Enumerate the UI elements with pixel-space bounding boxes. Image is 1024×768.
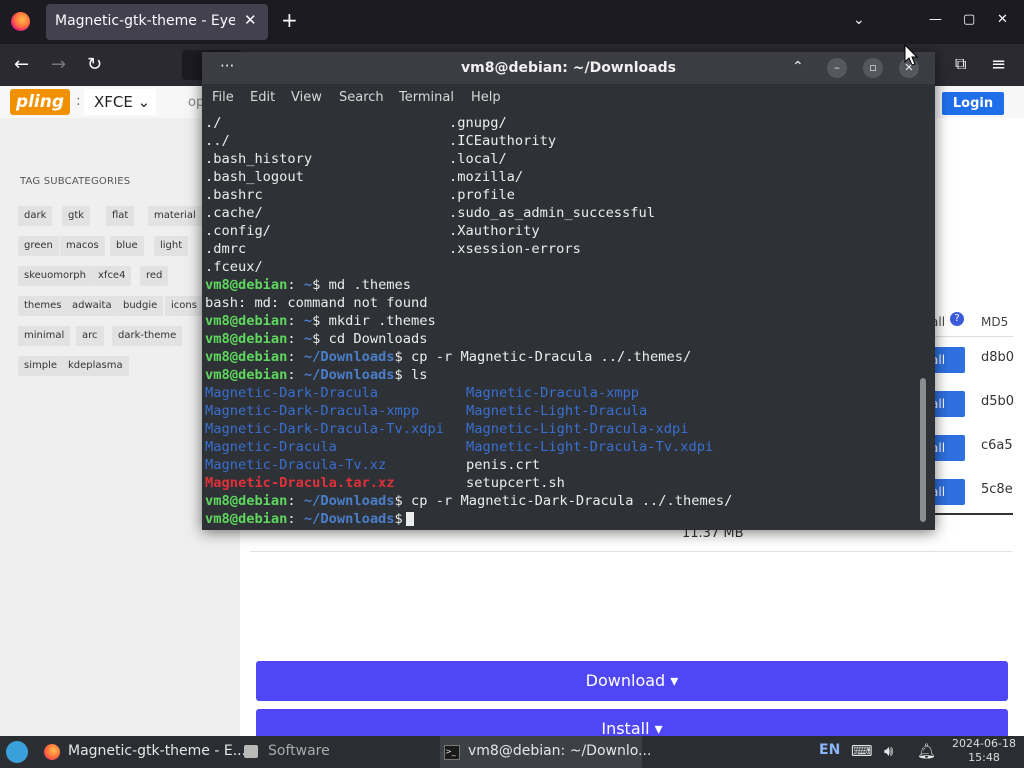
tag-simple[interactable]: simple: [18, 356, 64, 376]
browser-tab[interactable]: Magnetic-gtk-theme - Eyecandy ✕: [46, 4, 268, 40]
menu-search[interactable]: Search: [339, 90, 384, 105]
tag-dark[interactable]: dark: [18, 206, 53, 226]
terminal-output[interactable]: ./.gnupg/ ../.ICEauthority .bash_history…: [205, 114, 917, 528]
taskbar-firefox[interactable]: Magnetic-gtk-theme - E...: [68, 743, 246, 759]
tag-macos[interactable]: macos: [60, 236, 105, 256]
menu-view[interactable]: View: [291, 90, 322, 105]
clock-time: 15:48: [968, 751, 1000, 764]
menu-help[interactable]: Help: [471, 90, 501, 105]
tag-material[interactable]: material: [148, 206, 202, 226]
logo-separator: :: [76, 93, 81, 109]
terminal-title: vm8@debian: ~/Downloads: [461, 60, 676, 76]
terminal-task-icon: >_: [444, 745, 460, 760]
tag-icons[interactable]: icons: [165, 296, 203, 316]
tag-themes[interactable]: themes: [18, 296, 68, 316]
volume-icon[interactable]: 🔊︎: [884, 742, 893, 760]
terminal-line: bash: md: command not found: [205, 295, 428, 311]
menu-file[interactable]: File: [212, 90, 234, 105]
terminal-scrollbar[interactable]: [920, 378, 926, 522]
section-divider: [250, 551, 1012, 552]
notification-bell-icon[interactable]: 🔔︎: [917, 742, 936, 760]
tag-gtk[interactable]: gtk: [62, 206, 91, 226]
list-tabs-button[interactable]: ⌄: [853, 12, 865, 28]
tag-subcategories-title: TAG SUBCATEGORIES: [20, 176, 131, 187]
clock[interactable]: 2024-06-18 15:48: [950, 737, 1018, 765]
md5-value-4: 5c8e: [981, 482, 1013, 497]
keyboard-layout[interactable]: EN: [819, 742, 840, 758]
tag-minimal[interactable]: minimal: [18, 326, 71, 346]
clock-date: 2024-06-18: [952, 737, 1016, 750]
window-close-button[interactable]: ✕: [997, 12, 1008, 27]
tag-green[interactable]: green: [18, 236, 59, 256]
tag-budgie[interactable]: budgie: [117, 296, 164, 316]
extensions-icon[interactable]: ⧉: [955, 54, 966, 74]
terminal-line: vm8@debian: ~$ md .themes: [205, 277, 412, 293]
app-menu-icon[interactable]: ≡: [991, 54, 1006, 75]
back-button[interactable]: ←: [14, 54, 29, 75]
software-task-icon: [244, 745, 258, 758]
terminal-menubar: File Edit View Search Terminal Help: [202, 84, 935, 112]
md5-column-header: MD5: [981, 315, 1009, 329]
terminal-line: vm8@debian: ~/Downloads$ ls: [205, 367, 428, 383]
taskbar-terminal[interactable]: vm8@debian: ~/Downlo...: [468, 743, 651, 759]
chevron-up-icon[interactable]: ⌃: [792, 59, 804, 75]
new-tab-button[interactable]: +: [281, 8, 298, 32]
login-button[interactable]: Login: [942, 92, 1004, 115]
tag-adwaita[interactable]: adwaita: [66, 296, 118, 316]
browser-tab-bar: Magnetic-gtk-theme - Eyecandy ✕ + ⌄ — ▢ …: [0, 0, 1024, 44]
reload-button[interactable]: ↻: [87, 54, 102, 75]
tag-dark-theme[interactable]: dark-theme: [112, 326, 183, 346]
terminal-line: vm8@debian: ~/Downloads$ cp -r Magnetic-…: [205, 493, 733, 509]
tag-kdeplasma[interactable]: kdeplasma: [62, 356, 129, 376]
firefox-icon: [11, 12, 30, 31]
terminal-minimize-button[interactable]: –: [827, 58, 847, 78]
terminal-maximize-button[interactable]: ▫: [863, 58, 883, 78]
window-minimize-button[interactable]: —: [929, 12, 942, 27]
tab-close-icon[interactable]: ✕: [244, 11, 257, 29]
tag-arc[interactable]: arc: [76, 326, 104, 346]
tag-light[interactable]: light: [154, 236, 189, 256]
download-button[interactable]: Download ▾: [256, 661, 1008, 701]
taskbar: Magnetic-gtk-theme - E... Software >_ vm…: [0, 736, 1024, 768]
menu-terminal[interactable]: Terminal: [399, 90, 454, 105]
app-launcher-icon[interactable]: [6, 741, 28, 763]
md5-value-3: c6a5: [981, 438, 1013, 453]
help-icon[interactable]: ?: [950, 312, 964, 326]
terminal-prompt-line[interactable]: vm8@debian: ~/Downloads$: [205, 510, 414, 528]
terminal-window[interactable]: ··· vm8@debian: ~/Downloads ⌃ – ▫ ✕ File…: [202, 52, 935, 530]
md5-value-1: d8b0: [981, 350, 1015, 365]
md5-value-2: d5b0: [981, 394, 1015, 409]
tag-blue[interactable]: blue: [110, 236, 144, 256]
tag-flat[interactable]: flat: [106, 206, 135, 226]
window-maximize-button[interactable]: ▢: [963, 12, 975, 27]
menu-edit[interactable]: Edit: [250, 90, 275, 105]
tag-skeuomorph[interactable]: skeuomorph: [18, 266, 92, 286]
mouse-pointer-icon: [904, 44, 919, 66]
keyboard-icon[interactable]: ⌨: [851, 742, 873, 760]
firefox-task-icon: [44, 744, 60, 760]
tag-xfce4[interactable]: xfce4: [92, 266, 132, 286]
terminal-line: vm8@debian: ~$ cd Downloads: [205, 331, 428, 347]
terminal-cursor: [405, 512, 414, 526]
terminal-line: vm8@debian: ~/Downloads$ cp -r Magnetic-…: [205, 349, 692, 365]
tab-title: Magnetic-gtk-theme - Eyecandy: [55, 13, 235, 29]
pling-logo[interactable]: pling: [10, 89, 70, 115]
terminal-titlebar[interactable]: ··· vm8@debian: ~/Downloads ⌃ – ▫ ✕: [202, 52, 935, 84]
terminal-line: vm8@debian: ~$ mkdir .themes: [205, 313, 436, 329]
taskbar-software[interactable]: Software: [268, 743, 330, 759]
tag-red[interactable]: red: [140, 266, 169, 286]
forward-button[interactable]: →: [51, 54, 66, 75]
category-dropdown[interactable]: XFCE ⌄: [84, 89, 156, 115]
